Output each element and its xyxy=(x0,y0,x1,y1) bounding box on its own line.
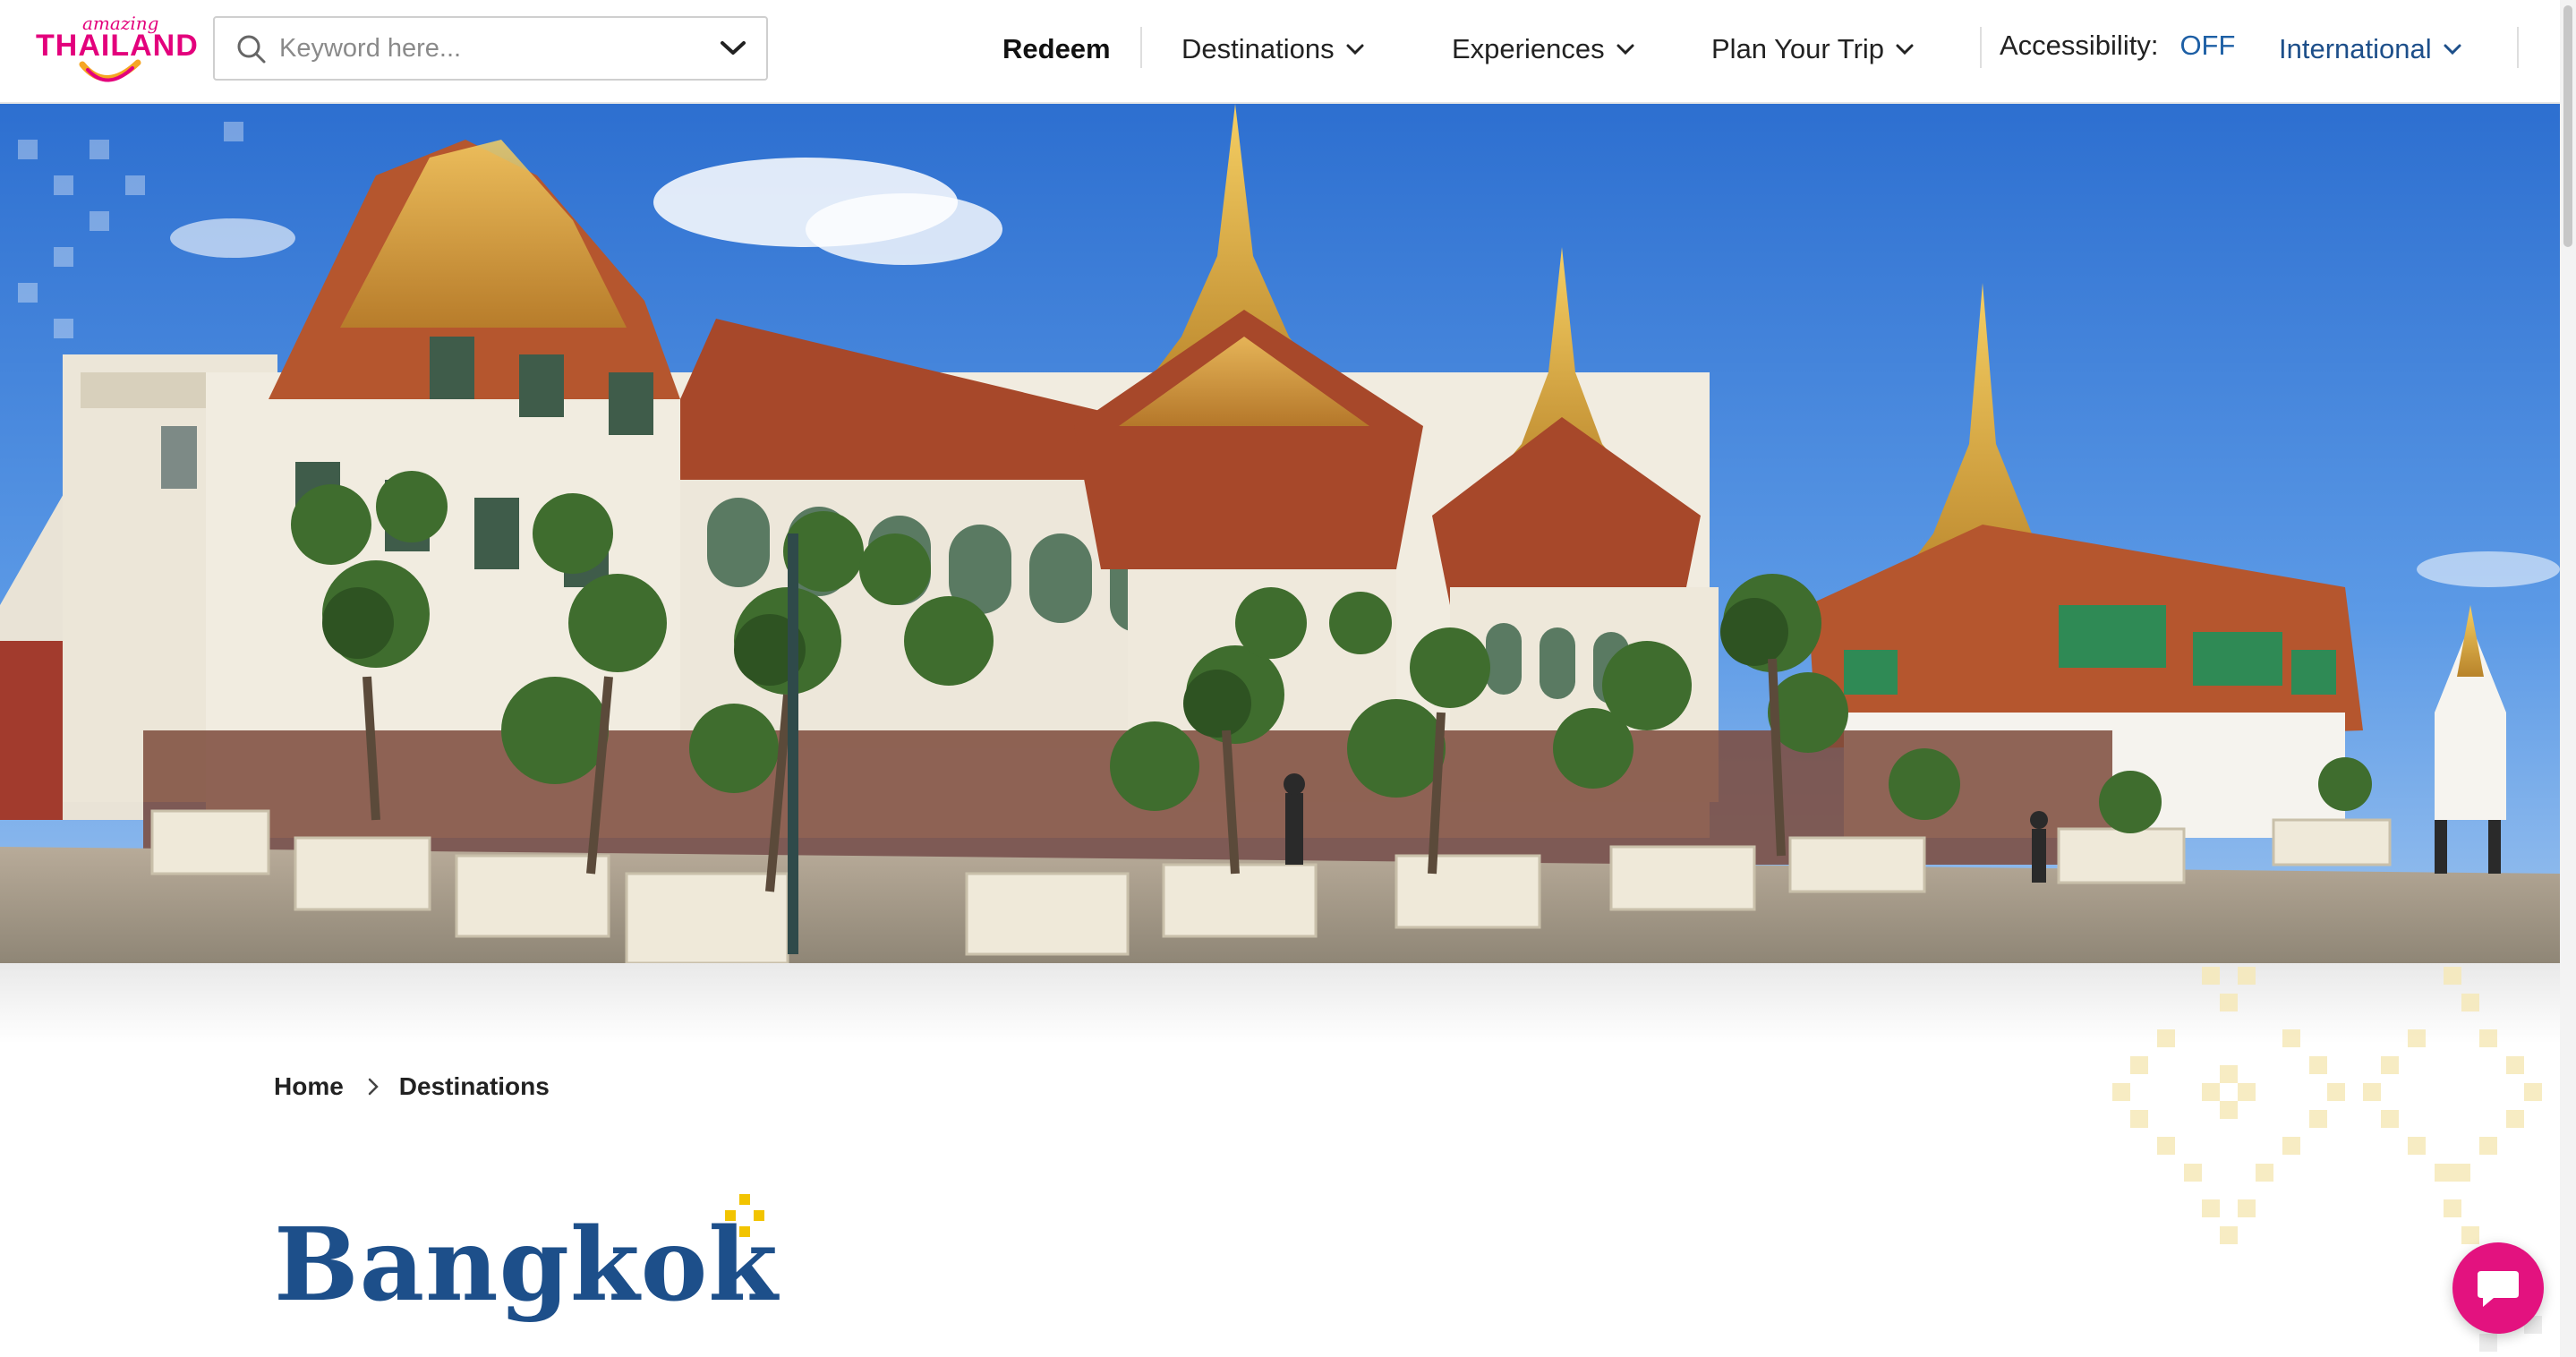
scrollbar-thumb[interactable] xyxy=(2563,5,2572,247)
chevron-down-icon xyxy=(1616,44,1634,55)
nav-divider xyxy=(2517,27,2519,68)
nav-experiences[interactable]: Experiences xyxy=(1452,27,1635,72)
site-header: amazing THAILAND Redeem Destinations Exp… xyxy=(0,0,2576,104)
chat-icon xyxy=(2478,1271,2519,1307)
nav-redeem[interactable]: Redeem xyxy=(1002,27,1111,72)
hero-image-grand-palace xyxy=(0,104,2560,963)
logo-swoosh-icon xyxy=(79,59,141,82)
chevron-down-icon xyxy=(1896,44,1914,55)
search-icon[interactable] xyxy=(236,34,267,64)
sparkle-icon xyxy=(725,1194,764,1237)
accessibility-value[interactable]: OFF xyxy=(2179,30,2235,62)
accessibility-toggle[interactable]: Accessibility: OFF xyxy=(2000,23,2235,68)
nav-experiences-label: Experiences xyxy=(1452,33,1605,64)
breadcrumb-home[interactable]: Home xyxy=(274,1072,344,1101)
nav-destinations-label: Destinations xyxy=(1181,33,1335,64)
page-title: Bangkok xyxy=(274,1207,779,1324)
nav-plan-label: Plan Your Trip xyxy=(1711,33,1885,64)
breadcrumb: Home Destinations xyxy=(274,1072,550,1101)
nav-divider xyxy=(1140,27,1142,68)
chevron-right-icon xyxy=(368,1078,379,1096)
search-input[interactable] xyxy=(279,29,691,68)
chevron-down-icon[interactable] xyxy=(720,39,746,57)
chevron-down-icon xyxy=(2444,44,2461,55)
chevron-down-icon xyxy=(1346,44,1364,55)
page-scrollbar[interactable] xyxy=(2560,0,2576,1357)
accessibility-label: Accessibility: xyxy=(2000,30,2159,61)
breadcrumb-destinations[interactable]: Destinations xyxy=(399,1072,550,1101)
chat-button[interactable] xyxy=(2452,1242,2544,1334)
nav-plan-your-trip[interactable]: Plan Your Trip xyxy=(1711,27,1915,72)
amazing-thailand-logo[interactable]: amazing THAILAND xyxy=(36,13,198,91)
hero-banner xyxy=(0,104,2560,963)
nav-destinations[interactable]: Destinations xyxy=(1181,27,1365,72)
nav-divider xyxy=(1980,27,1982,68)
search-box[interactable] xyxy=(213,16,768,81)
nav-international-label: International xyxy=(2279,33,2432,64)
nav-international[interactable]: International xyxy=(2279,27,2462,72)
